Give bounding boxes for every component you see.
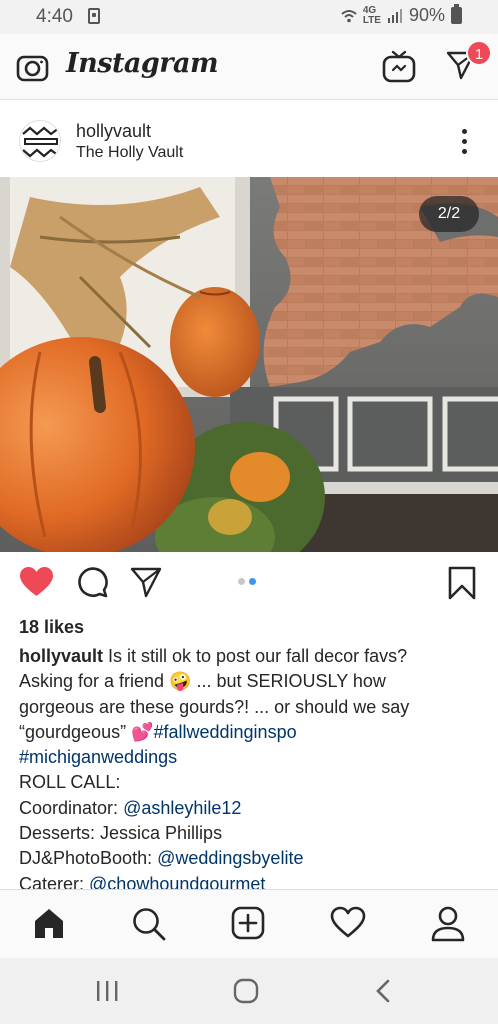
battery-icon <box>451 4 462 24</box>
post-image[interactable]: 2/2 <box>0 177 498 552</box>
carousel-dot-active <box>249 578 256 585</box>
comment-icon[interactable] <box>76 566 108 598</box>
share-icon[interactable] <box>130 566 162 598</box>
battery-percent: 90% <box>408 5 445 25</box>
avatar[interactable] <box>19 120 61 162</box>
caption-text: ROLL CALL: <box>19 772 121 793</box>
instagram-logo: Instagram <box>66 48 219 79</box>
back-icon[interactable] <box>374 978 392 1004</box>
home-icon[interactable] <box>32 906 66 940</box>
system-nav-bar <box>0 958 498 1024</box>
holly-vault-logo <box>20 121 60 161</box>
caption-username[interactable]: hollyvault <box>19 646 103 666</box>
post-caption: hollyvault Is it still ok to post our fa… <box>19 644 479 889</box>
notification-badge[interactable]: 1 <box>466 40 492 66</box>
post-header: hollyvault The Holly Vault <box>0 101 498 177</box>
home-button-icon[interactable] <box>233 978 259 1004</box>
media-counter: 2/2 <box>419 196 479 232</box>
caption-text: gorgeous are these gourds?! ... or shoul… <box>19 696 410 717</box>
igtv-icon[interactable] <box>382 49 416 83</box>
caption-text: Caterer: <box>19 873 90 889</box>
network-type: 4G LTE <box>362 4 381 26</box>
search-icon[interactable] <box>131 906 167 942</box>
caption-text: Asking for a friend 🤪 ... but SERIOUSLY … <box>19 671 386 692</box>
camera-icon[interactable] <box>16 52 49 82</box>
carousel-indicator <box>238 578 256 585</box>
likes-count[interactable]: 18 likes <box>19 617 84 638</box>
app-header: Instagram 1 <box>0 34 498 100</box>
caption-text: Coordinator: <box>19 797 124 818</box>
signal-icon <box>387 9 402 23</box>
profile-icon[interactable] <box>431 906 465 942</box>
more-options-icon[interactable] <box>456 127 472 155</box>
hashtag-link[interactable]: #fallweddinginspo <box>153 722 296 742</box>
caption-text: Is it still ok to post our fall decor fa… <box>103 646 408 666</box>
recent-apps-icon[interactable] <box>95 978 119 1004</box>
post-username[interactable]: hollyvault <box>76 121 151 142</box>
caption-text: DJ&PhotoBooth: <box>19 848 158 869</box>
pumpkin-decor-photo <box>0 177 498 552</box>
notification-icon <box>88 8 100 24</box>
mention-link[interactable]: @ashleyhile12 <box>123 798 241 818</box>
save-bookmark-icon[interactable] <box>448 566 476 600</box>
bottom-nav <box>0 889 498 958</box>
post-location[interactable]: The Holly Vault <box>76 144 183 162</box>
status-time: 4:40 <box>36 6 73 27</box>
mention-link[interactable]: @chowhoundgourmet <box>89 874 265 889</box>
new-post-icon[interactable] <box>231 906 265 940</box>
status-bar: 4:40 4G LTE 90% <box>0 0 498 34</box>
activity-heart-icon[interactable] <box>330 906 366 939</box>
caption-text: “gourdgeous” 💕 <box>19 721 154 742</box>
carousel-dot <box>238 578 245 585</box>
wifi-icon <box>341 9 357 22</box>
mention-link[interactable]: @weddingsbyelite <box>157 848 303 868</box>
post-actions <box>0 552 498 614</box>
status-indicators: 4G LTE 90% <box>341 4 462 26</box>
hashtag-link[interactable]: #michiganweddings <box>19 745 479 770</box>
like-heart-icon[interactable] <box>19 566 54 598</box>
caption-text: Desserts: Jessica Phillips <box>19 823 223 844</box>
